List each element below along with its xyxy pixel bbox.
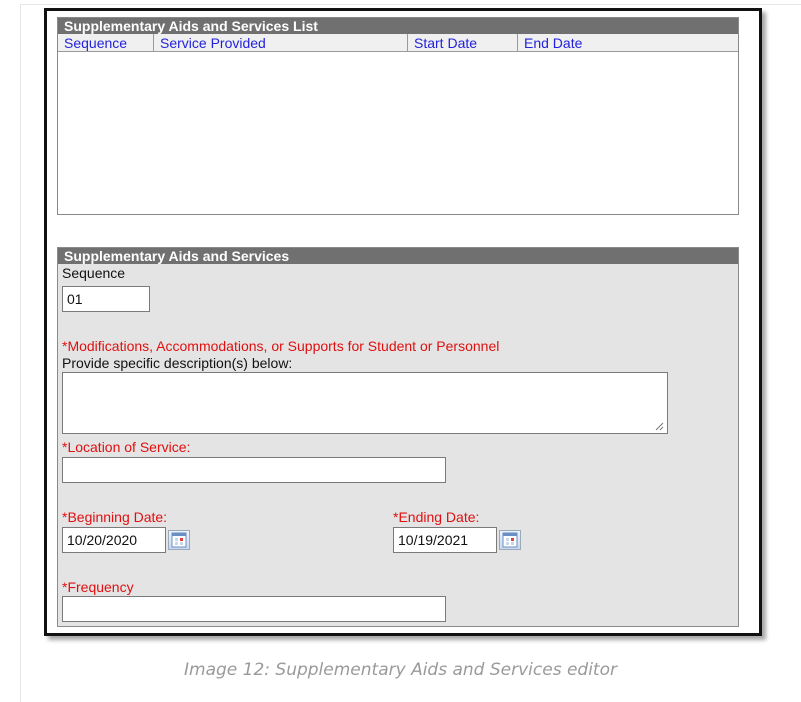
ending-date-calendar-icon[interactable]	[499, 530, 521, 550]
ending-date-label: *Ending Date:	[393, 509, 480, 525]
frequency-input[interactable]	[62, 596, 446, 622]
image-caption: Image 12: Supplementary Aids and Service…	[184, 660, 617, 680]
services-editor-body: Sequence *Modifications, Accommodations,…	[58, 264, 738, 628]
sequence-input[interactable]	[62, 286, 150, 312]
beginning-date-input[interactable]	[62, 527, 166, 553]
beginning-date-label: *Beginning Date:	[62, 509, 168, 525]
services-list-header: Supplementary Aids and Services List	[58, 18, 738, 34]
frequency-label: *Frequency	[62, 579, 134, 595]
modifications-textarea[interactable]	[62, 372, 668, 434]
sequence-label: Sequence	[62, 265, 126, 281]
screenshot-frame: Supplementary Aids and Services List Seq…	[44, 8, 762, 636]
column-service-provided[interactable]: Service Provided	[154, 34, 408, 51]
services-list-columns: Sequence Service Provided Start Date End…	[58, 34, 738, 52]
column-sequence[interactable]: Sequence	[58, 34, 154, 51]
services-list-body	[58, 52, 738, 214]
column-end-date[interactable]: End Date	[518, 34, 738, 51]
modifications-sublabel: Provide specific description(s) below:	[62, 355, 293, 371]
ending-date-input[interactable]	[393, 527, 497, 553]
modifications-label: *Modifications, Accommodations, or Suppo…	[62, 338, 500, 354]
column-start-date[interactable]: Start Date	[408, 34, 518, 51]
services-editor-panel: Supplementary Aids and Services Sequence…	[57, 247, 739, 627]
services-editor-header: Supplementary Aids and Services	[58, 248, 738, 264]
location-input[interactable]	[62, 457, 446, 483]
beginning-date-calendar-icon[interactable]	[168, 530, 190, 550]
location-label: *Location of Service:	[62, 439, 191, 455]
services-list-panel: Supplementary Aids and Services List Seq…	[57, 17, 739, 215]
